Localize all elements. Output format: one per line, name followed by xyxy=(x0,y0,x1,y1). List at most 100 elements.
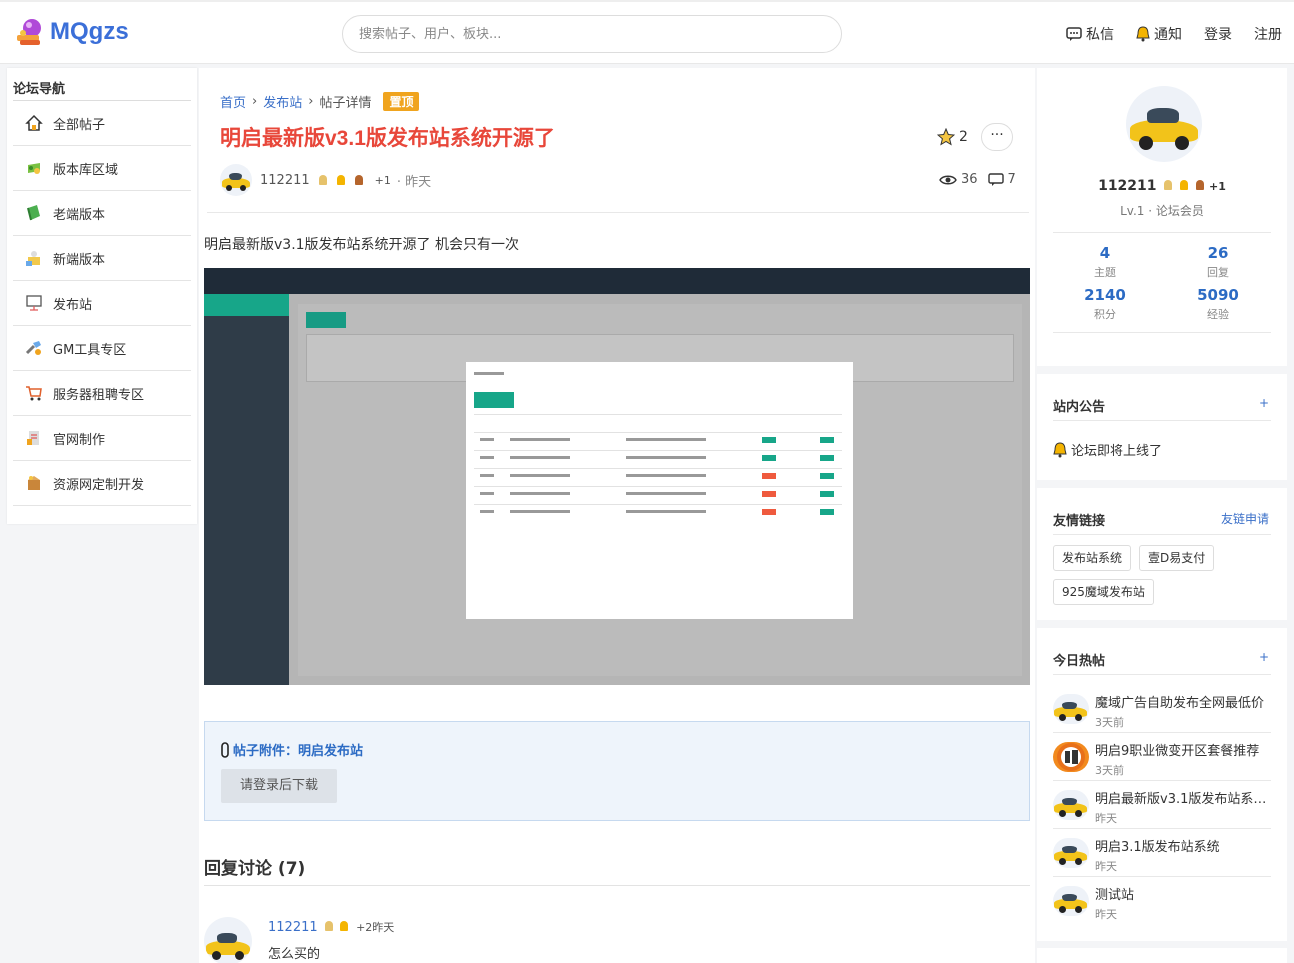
stat-topics[interactable]: 4 主题 xyxy=(1065,244,1145,280)
book-icon xyxy=(27,205,40,221)
sidebar-item-version-library[interactable]: 版本库区域 xyxy=(13,146,191,191)
user-medals xyxy=(316,175,363,185)
sidebar-item-label: GM工具专区 xyxy=(53,342,127,358)
post-time: · 昨天 xyxy=(396,174,432,190)
bell-icon xyxy=(1136,26,1150,42)
stat-value: 2140 xyxy=(1084,286,1126,304)
message-icon xyxy=(1066,27,1082,41)
divider xyxy=(1053,534,1271,535)
messages-link[interactable]: 私信 xyxy=(1066,24,1114,44)
hot-title: 今日热帖 xyxy=(1053,654,1106,669)
hot-post-title: 明启3.1版发布站系统 xyxy=(1095,840,1220,855)
post-body-text: 明启最新版v3.1版发布站系统开源了 机会只有一次 xyxy=(204,237,519,253)
medal-icon xyxy=(1180,180,1189,190)
sidebar-item-website-build[interactable]: 官网制作 xyxy=(13,416,191,461)
reply-author[interactable]: 112211 +2昨天 xyxy=(268,919,394,935)
profile-avatar[interactable] xyxy=(1126,86,1202,162)
attachment-title: 帖子附件：明启发布站 xyxy=(221,740,363,759)
attachment-label: 帖子附件：明启发布站 xyxy=(233,744,364,759)
links-title: 友情链接 xyxy=(1053,514,1106,529)
presentation-icon xyxy=(26,295,42,311)
next-card xyxy=(1037,948,1287,963)
site-logo[interactable]: MQgzs xyxy=(14,16,129,48)
hot-post-item[interactable]: 魔域广告自助发布全网最低价 3天前 xyxy=(1053,686,1271,733)
hot-post-title: 测试站 xyxy=(1095,888,1135,903)
hot-post-thumb xyxy=(1053,742,1089,772)
author-avatar[interactable] xyxy=(220,164,252,196)
sidebar-item-label: 版本库区域 xyxy=(53,162,119,178)
breadcrumb-release-site[interactable]: 发布站 xyxy=(263,92,302,111)
divider xyxy=(1053,232,1271,233)
logo-text: MQgzs xyxy=(50,18,129,45)
hot-post-item[interactable]: 明启3.1版发布站系统 昨天 xyxy=(1053,830,1271,877)
view-count: 36 xyxy=(961,172,978,187)
package-icon xyxy=(26,251,40,266)
eye-icon xyxy=(939,175,957,184)
notifications-link[interactable]: 通知 xyxy=(1136,24,1182,44)
hot-post-time: 3天前 xyxy=(1095,716,1124,729)
sidebar-item-all-posts[interactable]: 全部帖子 xyxy=(13,101,191,146)
hot-post-thumb xyxy=(1053,790,1089,820)
download-button[interactable]: 请登录后下载 xyxy=(221,769,337,803)
stat-label: 经验 xyxy=(1207,308,1229,321)
hot-post-time: 昨天 xyxy=(1095,812,1117,825)
top-bar: MQgzs 私信 通知 登录 注册 xyxy=(0,0,1294,64)
comment-icon xyxy=(987,172,1004,186)
hot-post-item[interactable]: 明启最新版v3.1版发布站系统开源了 昨天 xyxy=(1053,782,1271,829)
friend-link[interactable]: 发布站系统 xyxy=(1053,545,1132,571)
favorite-button[interactable]: 2 xyxy=(937,128,968,146)
notice-item[interactable]: 论坛即将上线了 xyxy=(1053,440,1162,459)
more-options-button[interactable]: ··· xyxy=(981,123,1013,151)
search-input[interactable] xyxy=(342,15,842,53)
reply-avatar[interactable] xyxy=(204,917,252,963)
author-profile-card: 112211 +1 Lv.1 · 论坛会员 4 主题 26 回复 2140 积分… xyxy=(1037,68,1287,366)
medal-icon xyxy=(336,175,345,185)
hot-more-button[interactable]: + xyxy=(1259,650,1269,664)
sidebar-item-label: 全部帖子 xyxy=(53,117,106,133)
register-link[interactable]: 注册 xyxy=(1254,24,1282,44)
hot-post-item[interactable]: 测试站 昨天 xyxy=(1053,878,1271,925)
sidebar-item-new-version[interactable]: 新端版本 xyxy=(13,236,191,281)
author-name[interactable]: 112211 xyxy=(260,173,310,188)
stat-experience[interactable]: 5090 经验 xyxy=(1178,286,1258,322)
breadcrumb-home[interactable]: 首页 xyxy=(220,92,246,111)
notifications-label: 通知 xyxy=(1154,27,1182,43)
logo-icon xyxy=(14,16,46,48)
bell-icon xyxy=(1053,441,1067,457)
hot-post-item[interactable]: 明启9职业微变开区套餐推荐 3天前 xyxy=(1053,734,1271,781)
login-link[interactable]: 登录 xyxy=(1204,24,1232,44)
breadcrumb: 首页 › 发布站 › 帖子详情 置顶 xyxy=(220,92,420,111)
hot-post-title: 魔域广告自助发布全网最低价 xyxy=(1095,696,1265,711)
profile-medal-more: +1 xyxy=(1209,180,1226,193)
profile-username: 112211 xyxy=(1098,178,1157,194)
medal-more-count: +1 xyxy=(374,173,391,187)
sidebar-item-release-site[interactable]: 发布站 xyxy=(13,281,191,326)
friend-link[interactable]: 壹D易支付 xyxy=(1139,545,1215,571)
stat-points[interactable]: 2140 积分 xyxy=(1065,286,1145,322)
sidebar-item-gm-tools[interactable]: GM工具专区 xyxy=(13,326,191,371)
hot-post-thumb xyxy=(1053,838,1089,868)
stat-value: 26 xyxy=(1207,244,1229,262)
sidebar-item-server-rental[interactable]: 服务器租聘专区 xyxy=(13,371,191,416)
apply-link-button[interactable]: 友链申请 xyxy=(1221,510,1269,527)
attachment-box: 帖子附件：明启发布站 请登录后下载 xyxy=(204,721,1030,821)
stat-replies[interactable]: 26 回复 xyxy=(1178,244,1258,280)
medal-icon xyxy=(318,175,327,185)
messages-label: 私信 xyxy=(1086,27,1114,43)
hot-post-thumb xyxy=(1053,886,1089,916)
friend-links-card: 友情链接 友链申请 发布站系统 壹D易支付 925魔域发布站 xyxy=(1037,488,1287,620)
medal-icon xyxy=(1196,180,1205,190)
stat-label: 主题 xyxy=(1094,266,1116,279)
breadcrumb-current: 帖子详情 xyxy=(319,96,372,111)
notice-more-button[interactable]: + xyxy=(1259,396,1269,410)
sidebar-item-old-version[interactable]: 老端版本 xyxy=(13,191,191,236)
sidebar-title: 论坛导航 xyxy=(13,68,191,101)
sidebar-item-custom-dev[interactable]: 资源网定制开发 xyxy=(13,461,191,506)
post-stats: 36 7 xyxy=(939,172,1016,187)
profile-level: Lv.1 · 论坛会员 xyxy=(1120,204,1204,218)
medal-icon xyxy=(1164,180,1173,190)
paperclip-icon xyxy=(221,741,229,758)
friend-link[interactable]: 925魔域发布站 xyxy=(1053,579,1154,605)
register-label: 注册 xyxy=(1254,27,1282,43)
star-icon xyxy=(937,128,955,146)
